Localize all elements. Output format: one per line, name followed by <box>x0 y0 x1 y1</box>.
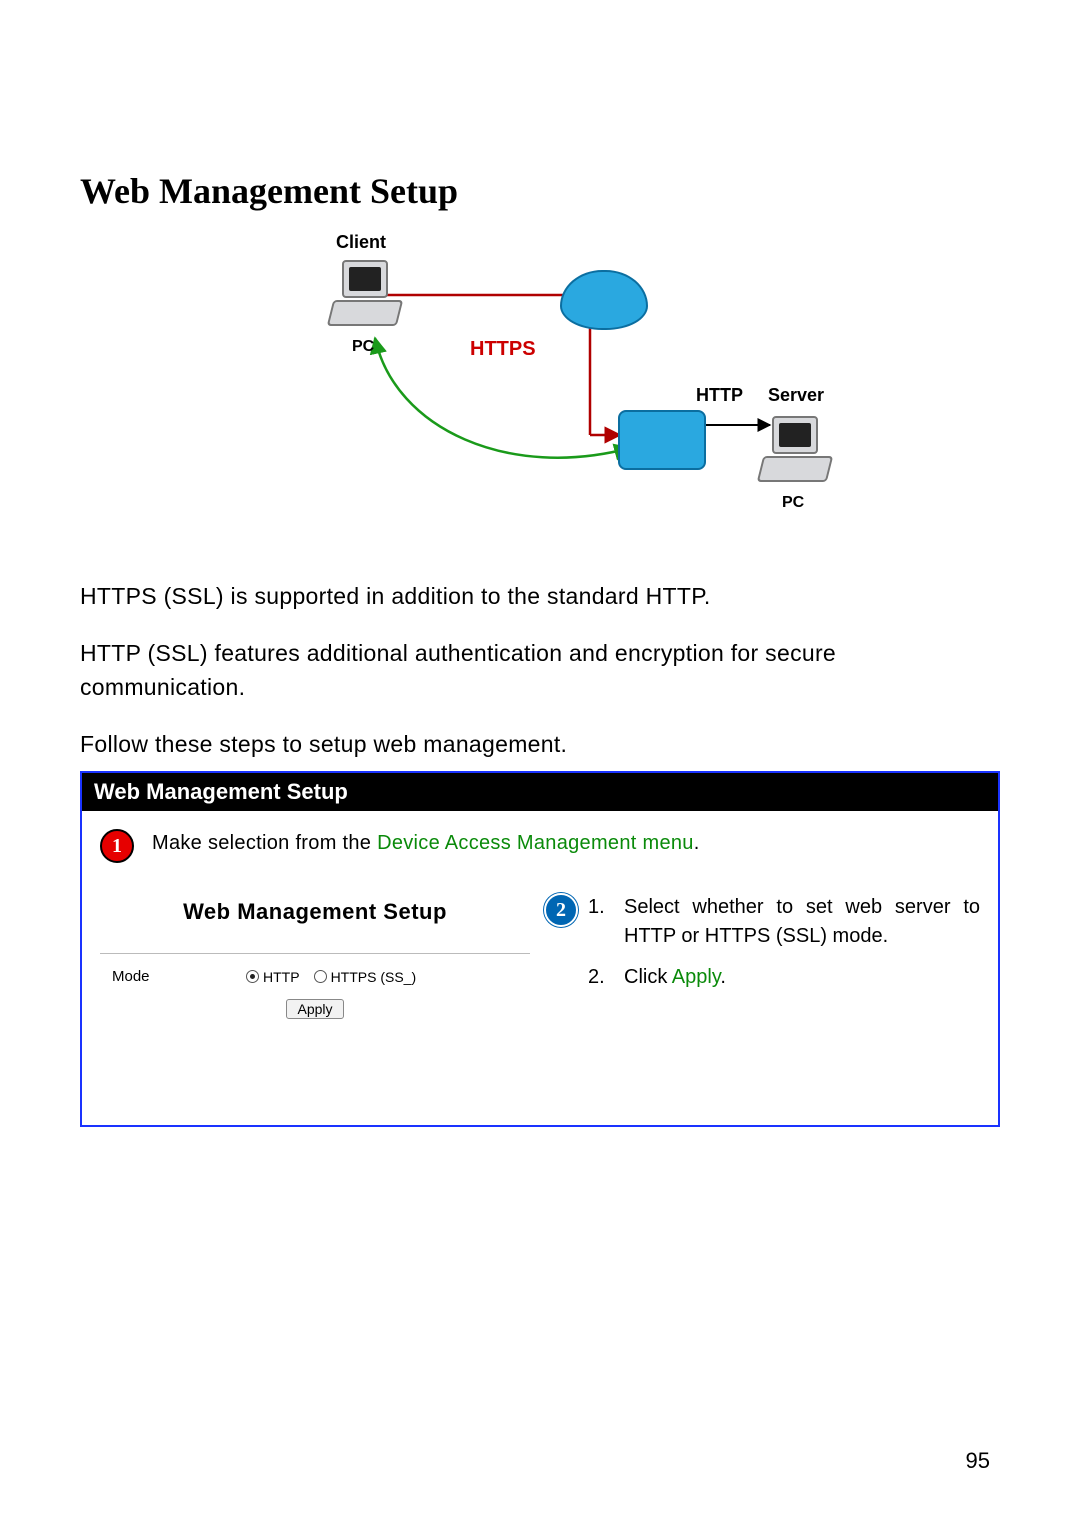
step-1-text-green: Device Access Management menu <box>377 832 694 854</box>
step-1-text-before: Make selection from the <box>152 832 377 854</box>
server-pc-sublabel: PC <box>782 494 804 512</box>
https-label: HTTPS <box>470 338 536 361</box>
client-label: Client <box>336 232 386 253</box>
list-item-text-after: . <box>720 966 726 988</box>
client-pc-icon <box>330 260 400 330</box>
server-pc-icon <box>760 416 830 486</box>
radio-https[interactable]: HTTPS (SS_) <box>314 969 417 985</box>
radio-https-dot-icon <box>314 970 327 983</box>
radio-http-label: HTTP <box>263 969 300 985</box>
radio-http-dot-icon <box>246 970 259 983</box>
list-item-text-before: Click <box>624 966 672 988</box>
client-pc-sublabel: PC <box>352 338 374 356</box>
paragraph-3: Follow these steps to setup web manageme… <box>80 728 1000 761</box>
http-label: HTTP <box>696 385 743 406</box>
page-title: Web Management Setup <box>80 170 1000 212</box>
box-header: Web Management Setup <box>82 773 998 811</box>
instruction-box: Web Management Setup 1 Make selection fr… <box>80 771 1000 1127</box>
list-item: 2. Click Apply. <box>588 963 980 992</box>
step-1-row: 1 Make selection from the Device Access … <box>100 829 980 863</box>
server-label: Server <box>768 385 824 406</box>
paragraph-1: HTTPS (SSL) is supported in addition to … <box>80 580 1000 613</box>
list-item-num: 1. <box>588 893 606 951</box>
network-diagram: Client PC HTTPS HTTP Server PC <box>80 230 1000 550</box>
paragraph-2: HTTP (SSL) features additional authentic… <box>80 637 1000 704</box>
radio-http[interactable]: HTTP <box>246 969 300 985</box>
mode-label: Mode <box>112 968 222 985</box>
list-item-text: Select whether to set web server to HTTP… <box>624 893 980 951</box>
apply-button[interactable]: Apply <box>286 999 343 1019</box>
step-2-list: 1. Select whether to set web server to H… <box>588 893 980 1004</box>
page-number: 95 <box>966 1448 990 1474</box>
switch-icon <box>618 410 706 470</box>
step-1-badge: 1 <box>100 829 134 863</box>
step-1-text: Make selection from the Device Access Ma… <box>152 829 700 858</box>
step-2-badge: 2 <box>544 893 578 927</box>
list-item: 1. Select whether to set web server to H… <box>588 893 980 951</box>
ui-panel-title: Web Management Setup <box>183 899 447 925</box>
list-item-num: 2. <box>588 963 606 992</box>
mode-row: Mode HTTP HTTPS (SS_) <box>112 968 518 985</box>
list-item-text-green: Apply <box>672 966 721 988</box>
router-icon <box>560 270 648 330</box>
web-mgmt-ui-panel: Web Management Setup Mode HTTP <box>100 893 530 1035</box>
radio-https-label: HTTPS (SS_) <box>331 969 417 985</box>
step-1-text-after: . <box>694 832 700 854</box>
